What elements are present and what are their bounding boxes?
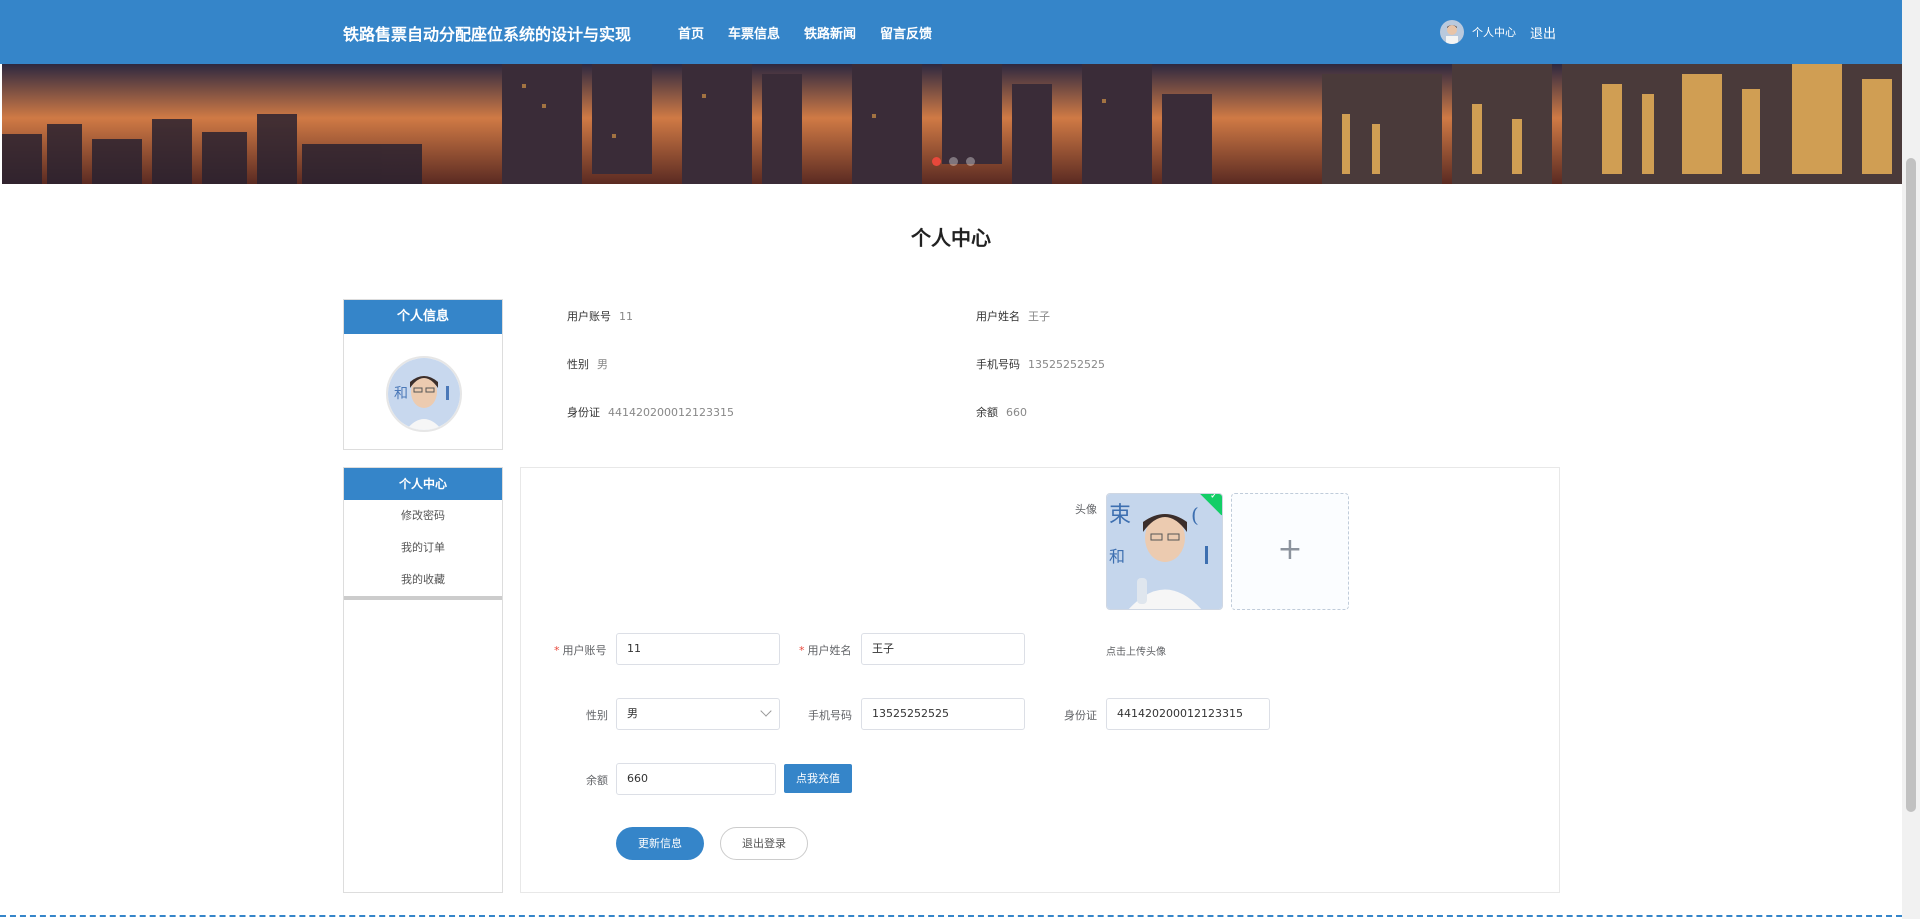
info-balance: 余额 660 xyxy=(976,404,1027,420)
info-idcard-value: 441420200012123315 xyxy=(608,406,734,419)
idcard-input[interactable]: 441420200012123315 xyxy=(1106,698,1270,730)
nav-feedback[interactable]: 留言反馈 xyxy=(880,23,932,42)
footer-divider xyxy=(0,915,1902,917)
svg-text:(: ( xyxy=(1191,503,1199,527)
phone-label: 手机号码 xyxy=(808,709,852,722)
scrollbar-thumb[interactable] xyxy=(1906,158,1916,812)
check-icon: ✓ xyxy=(1209,493,1219,502)
menu-scrollbar[interactable] xyxy=(344,596,502,600)
svg-text:和: 和 xyxy=(1109,547,1125,566)
info-account-label: 用户账号 xyxy=(567,310,611,323)
info-gender-value: 男 xyxy=(597,358,608,371)
info-gender: 性别男 xyxy=(567,356,608,372)
main-nav: 首页 车票信息 铁路新闻 留言反馈 xyxy=(678,23,956,42)
name-label: 用户姓名 xyxy=(807,644,852,657)
gender-select[interactable]: 男 xyxy=(616,698,780,730)
header-avatar[interactable] xyxy=(1440,20,1464,44)
carousel-dot[interactable] xyxy=(949,157,958,166)
nav-tickets[interactable]: 车票信息 xyxy=(728,23,780,42)
upload-tip: 点击上传头像 xyxy=(1106,647,1166,658)
recharge-button[interactable]: 点我充值 xyxy=(784,764,852,793)
avatar-upload-button[interactable]: + xyxy=(1231,493,1349,610)
menu-item-my-favorites[interactable]: 我的收藏 xyxy=(344,564,502,596)
info-account-value: 11 xyxy=(619,310,633,323)
user-center-link[interactable]: 个人中心 xyxy=(1472,24,1516,40)
user-menu: 个人中心 修改密码 我的订单 我的收藏 xyxy=(343,467,503,893)
top-navbar: 铁路售票自动分配座位系统的设计与实现 首页 车票信息 铁路新闻 留言反馈 个人中… xyxy=(0,0,1902,64)
required-mark: * xyxy=(799,644,805,657)
chevron-down-icon xyxy=(760,705,772,717)
carousel-indicators xyxy=(932,157,975,166)
page: 铁路售票自动分配座位系统的设计与实现 首页 车票信息 铁路新闻 留言反馈 个人中… xyxy=(0,0,1920,919)
avatar-label: 头像 xyxy=(1075,503,1097,516)
info-phone: 手机号码 13525252525 xyxy=(976,356,1105,372)
info-balance-label: 余额 xyxy=(976,406,998,419)
balance-label: 余额 xyxy=(586,774,608,787)
info-idcard: 身份证 441420200012123315 xyxy=(567,404,734,420)
carousel-dot[interactable] xyxy=(966,157,975,166)
account-label: 用户账号 xyxy=(562,644,607,657)
info-phone-label: 手机号码 xyxy=(976,358,1020,371)
nav-news[interactable]: 铁路新闻 xyxy=(804,23,856,42)
user-area: 个人中心 退出 xyxy=(1440,20,1556,44)
logout-link[interactable]: 退出 xyxy=(1530,23,1556,42)
plus-icon: + xyxy=(1277,532,1303,567)
info-balance-value: 660 xyxy=(1006,406,1027,419)
account-field-label: * 用户账号 xyxy=(554,642,607,658)
gender-label: 性别 xyxy=(586,709,608,722)
avatar-preview[interactable]: 束 和 ( ✓ xyxy=(1106,493,1223,610)
update-info-button[interactable]: 更新信息 xyxy=(616,827,704,860)
info-phone-value: 13525252525 xyxy=(1028,358,1105,371)
page-title: 个人中心 xyxy=(911,226,991,250)
profile-avatar: 和 xyxy=(386,356,462,432)
banner-carousel xyxy=(2,64,1902,184)
info-gender-label: 性别 xyxy=(567,358,589,371)
profile-card: 个人信息 和 xyxy=(343,299,503,450)
balance-input[interactable]: 660 xyxy=(616,763,776,795)
logout-button[interactable]: 退出登录 xyxy=(720,827,808,860)
svg-text:和: 和 xyxy=(394,386,408,402)
info-name: 用户姓名 王子 xyxy=(976,308,1050,324)
idcard-label: 身份证 xyxy=(1064,709,1097,722)
menu-item-user-center[interactable]: 个人中心 xyxy=(344,468,502,500)
city-skyline-image xyxy=(2,64,1902,184)
phone-input[interactable]: 13525252525 xyxy=(861,698,1025,730)
site-title[interactable]: 铁路售票自动分配座位系统的设计与实现 xyxy=(343,21,631,45)
account-input[interactable]: 11 xyxy=(616,633,780,665)
info-account: 用户账号 11 xyxy=(567,308,633,324)
info-name-value: 王子 xyxy=(1028,310,1050,323)
info-name-label: 用户姓名 xyxy=(976,310,1020,323)
info-idcard-label: 身份证 xyxy=(567,406,600,419)
menu-item-change-password[interactable]: 修改密码 xyxy=(344,500,502,532)
svg-text:束: 束 xyxy=(1109,503,1131,528)
profile-card-title: 个人信息 xyxy=(344,300,502,334)
required-mark: * xyxy=(554,644,560,657)
name-field-label: * 用户姓名 xyxy=(799,642,852,658)
gender-select-value: 男 xyxy=(627,707,638,720)
menu-item-my-orders[interactable]: 我的订单 xyxy=(344,532,502,564)
carousel-dot[interactable] xyxy=(932,157,941,166)
nav-home[interactable]: 首页 xyxy=(678,23,704,42)
name-input[interactable]: 王子 xyxy=(861,633,1025,665)
page-scrollbar[interactable] xyxy=(1902,0,1920,919)
